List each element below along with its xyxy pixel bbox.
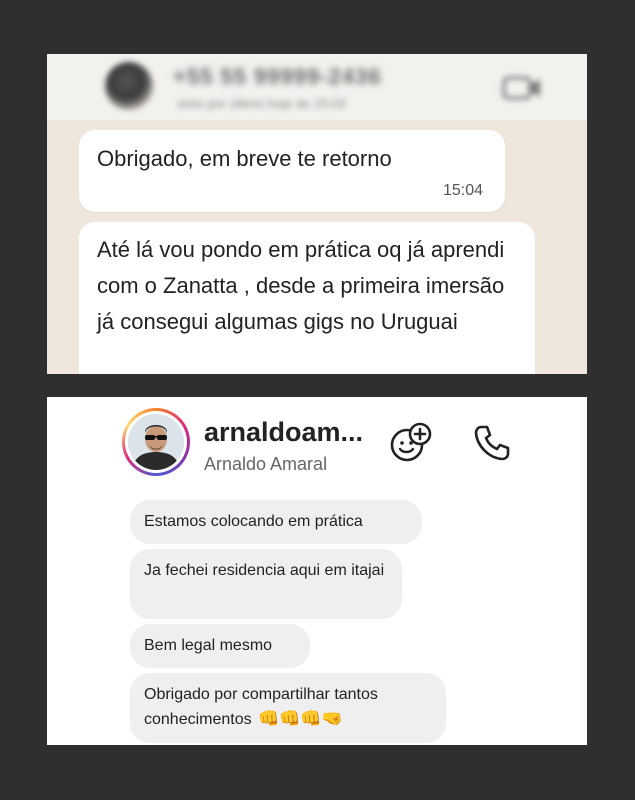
- whatsapp-chat-panel: +55 55 99999-2436 visto por último hoje …: [47, 54, 587, 374]
- video-camera-icon[interactable]: [502, 72, 542, 104]
- avatar-photo-icon: [128, 414, 184, 470]
- message-text: Até lá vou pondo em prática oq já aprend…: [97, 237, 505, 334]
- message-bubble[interactable]: Bem legal mesmo: [130, 624, 310, 668]
- message-text: Ja fechei residencia aqui em itajai: [144, 562, 385, 579]
- message-bubble[interactable]: Ja fechei residencia aqui em itajai: [130, 549, 402, 619]
- username[interactable]: arnaldoam...: [204, 417, 363, 448]
- message-bubble[interactable]: Obrigado por compartilhar tantos conheci…: [130, 673, 446, 743]
- whatsapp-chat-header: +55 55 99999-2436 visto por último hoje …: [47, 54, 587, 120]
- full-name: Arnaldo Amaral: [204, 454, 328, 474]
- story-ring[interactable]: [122, 408, 190, 476]
- fist-bump-emojis: 👊👊👊🤜: [258, 709, 343, 728]
- video-chat-icon[interactable]: [387, 419, 435, 467]
- phone-icon[interactable]: [472, 423, 512, 463]
- message-text: Estamos colocando em prática: [144, 513, 363, 530]
- contact-status: visto por último hoje às 15:02: [177, 96, 347, 111]
- message-bubble[interactable]: Estamos colocando em prática: [130, 500, 422, 544]
- contact-avatar[interactable]: [105, 62, 153, 110]
- message-time: 15:04: [442, 182, 483, 199]
- message-bubble[interactable]: Obrigado, em breve te retorno 15:04: [79, 130, 505, 212]
- message-bubble[interactable]: Até lá vou pondo em prática oq já aprend…: [79, 222, 535, 374]
- instagram-dm-panel: arnaldoam... Arnaldo Amaral Estamos colo…: [47, 397, 587, 745]
- contact-name[interactable]: +55 55 99999-2436: [173, 64, 381, 90]
- message-text: Bem legal mesmo: [144, 637, 273, 654]
- avatar: [128, 414, 184, 470]
- message-text: Obrigado, em breve te retorno: [97, 146, 392, 171]
